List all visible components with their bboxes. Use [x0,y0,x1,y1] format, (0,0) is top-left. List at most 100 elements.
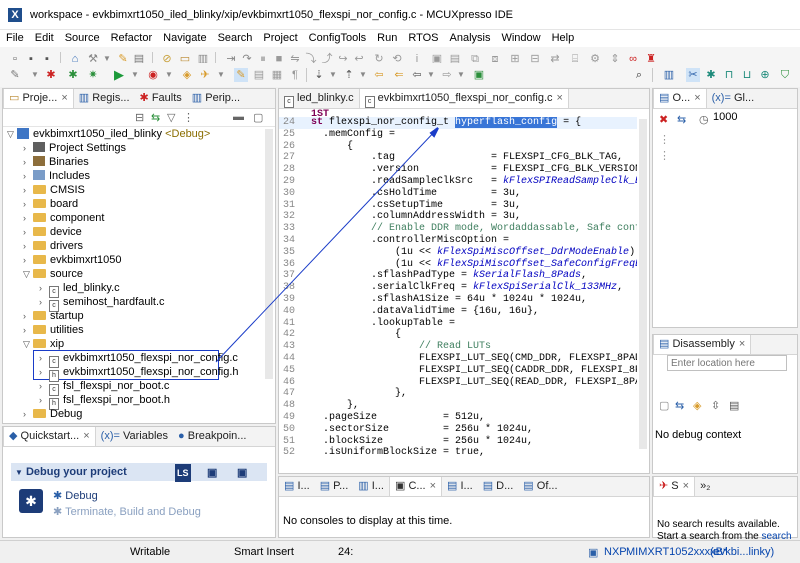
tab-disassembly[interactable]: ▤ Disassembly × [653,335,752,354]
menu-navigate[interactable]: Navigate [157,30,211,44]
tree-item-project-settings[interactable]: › Project Settings [23,141,126,155]
tab-console-1[interactable]: ▤ I... [279,477,315,496]
tab-other[interactable]: »₂ [695,477,715,496]
tree-item-component[interactable]: › component [23,211,104,225]
tree-item-startup[interactable]: › startup [23,309,84,323]
prev-dropdown-icon[interactable]: ▼ [356,68,370,82]
disasm-icon-4[interactable]: ⇳ [711,399,720,412]
menu-refactor[interactable]: Refactor [105,30,158,44]
toggle-icon[interactable]: ▦ [270,68,284,82]
perspective-icon-3[interactable]: ✱ [704,68,718,82]
tools-dropdown-icon[interactable]: ▼ [28,68,42,82]
annotation-icon[interactable]: ▤ [252,68,266,82]
tree-item-debug[interactable]: › Debug [23,407,82,421]
tab-project-explorer[interactable]: ▭ Proje... × [3,89,74,108]
tab-console-6[interactable]: ▤ D... [478,477,519,496]
perspective-shield-icon[interactable]: ⛉ [778,68,792,82]
maximize-icon[interactable]: ▢ [253,111,263,124]
tree-item-source[interactable]: ▽ source [23,267,83,281]
run-debug-icon[interactable]: ✱ [66,68,80,82]
forward-dropdown-icon[interactable]: ▼ [454,68,468,82]
add-icon[interactable]: ⇆ [677,113,686,126]
tree-item-xip[interactable]: ▽ xip [23,337,64,351]
disasm-icon-3[interactable]: ◈ [693,399,701,412]
menu-source[interactable]: Source [59,30,105,44]
external-dropdown-icon[interactable]: ▼ [162,68,176,82]
filter-icon[interactable]: ▽ [167,111,175,124]
disasm-icon-1[interactable]: ▢ [659,399,669,412]
back-edit-icon[interactable]: ⇐ [392,68,406,82]
tree-item-drivers[interactable]: › drivers [23,239,83,253]
perspective-icon-5[interactable]: ⊔ [740,68,754,82]
tree-root[interactable]: ▽ evkbimxrt1050_iled_blinky <Debug> [7,127,210,141]
menu-window[interactable]: Window [495,30,545,44]
tools-icon[interactable]: ✎ [8,68,22,82]
menu-rtos[interactable]: RTOS [402,30,443,44]
menu-edit[interactable]: Edit [29,30,59,44]
menu-search[interactable]: Search [212,30,258,44]
perspective-icon-4[interactable]: ⊓ [722,68,736,82]
tree-item-cmsis[interactable]: › CMSIS [23,183,85,197]
code-area[interactable]: 1ST 24st flexspi_nor_config_t hyperflash… [279,109,637,473]
tab-search[interactable]: ✈ S × [653,477,696,496]
view-menu-icon[interactable]: ⋮ [183,111,194,124]
menu-project[interactable]: Project [257,30,302,44]
external-tools-icon[interactable]: ◉ [146,68,160,82]
status-project[interactable]: (evkbi...linky) [710,546,774,558]
tab-console-2[interactable]: ▤ P... [315,477,354,496]
status-nxp[interactable]: NXP [604,546,627,558]
close-icon[interactable]: × [83,430,89,442]
tab-quickstart[interactable]: ◆ Quickstart... × [3,427,96,446]
open-type-icon[interactable]: ◈ [180,68,194,82]
tab-variables[interactable]: (x)= Variables [96,427,173,446]
pin-editor-icon[interactable]: ▣ [472,68,486,82]
menu-file[interactable]: File [0,30,29,44]
collapse-all-icon[interactable]: ⊟ [135,111,144,124]
disasm-icon-5[interactable]: ▤ [729,399,739,412]
run-icon[interactable]: ▶ [112,68,126,82]
debug-link[interactable]: ✱ Debug [53,489,98,502]
tab-console-7[interactable]: ▤ Of... [518,477,562,496]
task-dropdown-icon[interactable]: ▼ [214,68,228,82]
location-input[interactable] [667,355,787,371]
tree-item-nor-boot-h[interactable]: › h fsl_flexspi_nor_boot.h [39,393,170,410]
tree-item-semihost[interactable]: › c semihost_hardfault.c [39,295,165,312]
menu-configtools[interactable]: ConfigTools [303,30,371,44]
menu-help[interactable]: Help [546,30,580,44]
perspective-icon-1[interactable]: ▥ [662,68,676,82]
gear-green-icon[interactable]: ✷ [86,68,100,82]
tree-item-nor-config-h[interactable]: › h evkbimxrt1050_flexspi_nor_config.h [39,365,239,382]
menu-analysis[interactable]: Analysis [444,30,496,44]
minimize-icon[interactable]: ▬ [233,111,244,123]
back-icon[interactable]: ⇦ [410,68,424,82]
tree-item-evkbimxrt1050[interactable]: › evkbimxrt1050 [23,253,122,267]
tab-console-3[interactable]: ▥ I... [353,477,389,496]
tree-item-nor-config-c[interactable]: › c evkbimxrt1050_flexspi_nor_config.c [39,351,238,368]
forward-icon[interactable]: ⇨ [440,68,454,82]
perspective-icon-6[interactable]: ⊕ [758,68,772,82]
tab-global-variables[interactable]: (x)= Gl... [707,89,759,108]
tree-item-includes[interactable]: › Includes [23,169,90,183]
editor-scrollbar[interactable] [639,119,647,449]
tab-registers[interactable]: ▥ Regis... [74,89,135,108]
tab-breakpoints[interactable]: ● Breakpoin... [173,427,251,446]
explorer-scrollbar[interactable] [265,129,273,379]
tree-item-led-blinky[interactable]: › c led_blinky.c [39,281,120,298]
jlink-icon[interactable]: ▣ [237,464,247,482]
next-annotation-icon[interactable]: ⇣ [312,68,326,82]
last-edit-icon[interactable]: ⇦ [372,68,386,82]
tab-peripherals[interactable]: ▥ Perip... [187,89,245,108]
tab-console[interactable]: ▣ C... × [388,477,442,496]
remove-icon[interactable]: ✖ [659,113,668,126]
next-dropdown-icon[interactable]: ▼ [326,68,340,82]
terminate-build-debug-link[interactable]: ✱ Terminate, Build and Debug [53,505,201,518]
tab-faults[interactable]: ✱ Faults [135,89,187,108]
tree-item-board[interactable]: › board [23,197,78,211]
tree-item-binaries[interactable]: › Binaries [23,155,89,169]
run-dropdown-icon[interactable]: ▼ [128,68,142,82]
tree-item-device[interactable]: › device [23,225,82,239]
back-dropdown-icon[interactable]: ▼ [424,68,438,82]
close-icon[interactable]: × [557,92,563,104]
tree-item-nor-boot-c[interactable]: › c fsl_flexspi_nor_boot.c [39,379,169,396]
tab-console-5[interactable]: ▤ I... [442,477,478,496]
